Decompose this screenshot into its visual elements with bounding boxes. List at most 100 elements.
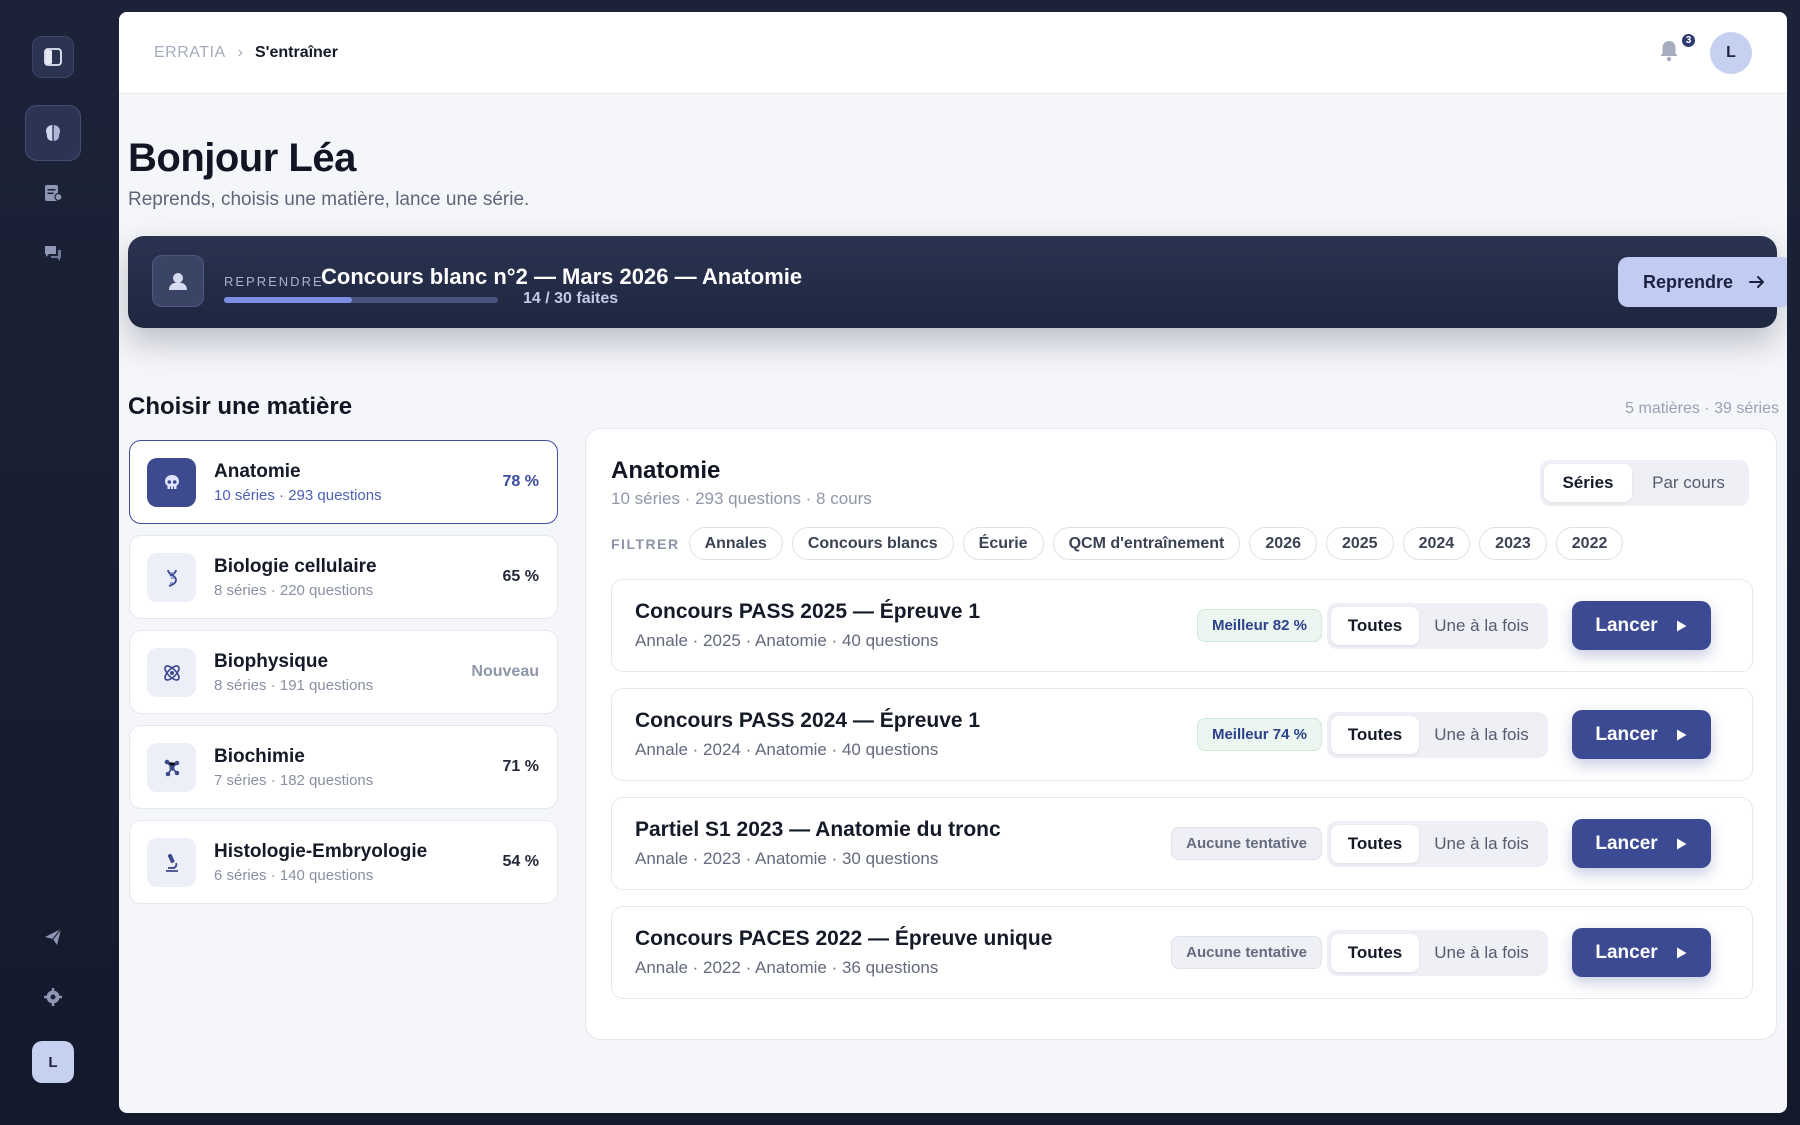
- play-icon: [1676, 620, 1687, 631]
- main-panel: ERRATIA › S'entraîner 3 L Bonjour Léa Re…: [119, 12, 1787, 1113]
- launch-button-label: Lancer: [1595, 614, 1658, 636]
- gear-icon[interactable]: [32, 976, 74, 1018]
- chevron-right-icon: ›: [237, 44, 243, 61]
- series-row: Concours PASS 2025 — Épreuve 1 Annale · …: [611, 579, 1753, 672]
- resume-kicker: REPRENDRE: [224, 274, 324, 289]
- subjects-counts: 5 matières · 39 séries: [1625, 400, 1779, 417]
- notification-badge: 3: [1680, 32, 1697, 49]
- series-title: Partiel S1 2023 — Anatomie du tronc: [635, 818, 1001, 841]
- no-attempt-badge: Aucune tentative: [1171, 936, 1322, 969]
- subject-meta: 7 séries · 182 questions: [214, 772, 374, 789]
- filter-chip[interactable]: QCM d'entraînement: [1052, 527, 1241, 560]
- nav-train-brain-icon[interactable]: [25, 105, 81, 161]
- subject-meta: 8 séries · 191 questions: [214, 677, 374, 694]
- chat-icon[interactable]: [32, 232, 74, 274]
- series-row: Concours PASS 2024 — Épreuve 1 Annale · …: [611, 688, 1753, 781]
- mode-option-toutes[interactable]: Toutes: [1331, 607, 1419, 645]
- subject-name: Biophysique: [214, 651, 329, 672]
- atom-icon: [147, 648, 196, 697]
- mode-option-toutes[interactable]: Toutes: [1331, 825, 1419, 863]
- series-row: Partiel S1 2023 — Anatomie du tronc Anna…: [611, 797, 1753, 890]
- launch-button[interactable]: Lancer: [1572, 928, 1711, 977]
- view-option-series[interactable]: Séries: [1544, 464, 1632, 502]
- launch-button[interactable]: Lancer: [1572, 710, 1711, 759]
- mode-option-une-a-la-fois[interactable]: Une à la fois: [1419, 934, 1544, 972]
- resume-progress-bar: [224, 297, 498, 303]
- sidebar-avatar[interactable]: L: [32, 1041, 74, 1083]
- filter-chip[interactable]: 2023: [1479, 527, 1547, 560]
- filter-chip[interactable]: Concours blancs: [791, 527, 954, 560]
- microscope-icon: [147, 838, 196, 887]
- arrow-right-icon: [1749, 276, 1765, 288]
- resume-progress-fill: [224, 297, 352, 303]
- series-list: Concours PASS 2025 — Épreuve 1 Annale · …: [611, 579, 1753, 1015]
- launch-button[interactable]: Lancer: [1572, 601, 1711, 650]
- best-score-badge: Meilleur 82 %: [1196, 609, 1322, 642]
- subject-name: Histologie-Embryologie: [214, 841, 428, 862]
- send-icon[interactable]: [32, 916, 74, 958]
- filter-chip[interactable]: 2024: [1402, 527, 1471, 560]
- subject-score: 71 %: [502, 758, 539, 775]
- series-meta: Annale · 2025 · Anatomie · 40 questions: [635, 631, 939, 650]
- molecule-icon: [147, 743, 196, 792]
- breadcrumb-current: S'entraîner: [254, 44, 338, 61]
- detail-title: Anatomie: [611, 457, 721, 484]
- answer-mode-toggle: Toutes Une à la fois: [1327, 930, 1548, 976]
- subject-card-biologie-cellulaire[interactable]: Biologie cellulaire 8 séries · 220 quest…: [129, 535, 558, 619]
- skull-icon: [147, 458, 196, 507]
- top-bar: ERRATIA › S'entraîner 3 L: [119, 12, 1787, 94]
- answer-mode-toggle: Toutes Une à la fois: [1327, 603, 1548, 649]
- resume-title: Concours blanc n°2 — Mars 2026 — Anatomi…: [321, 264, 803, 289]
- detail-subtitle: 10 séries · 293 questions · 8 cours: [611, 489, 872, 508]
- resume-button[interactable]: Reprendre: [1618, 257, 1787, 307]
- filter-chip[interactable]: Écurie: [962, 527, 1044, 560]
- breadcrumb-root[interactable]: ERRATIA: [154, 44, 226, 62]
- mode-option-une-a-la-fois[interactable]: Une à la fois: [1419, 825, 1544, 863]
- play-icon: [1676, 838, 1687, 849]
- mode-option-toutes[interactable]: Toutes: [1331, 934, 1419, 972]
- filter-bar: FILTRER Annales Concours blancs Écurie Q…: [611, 527, 1624, 560]
- play-icon: [1676, 947, 1687, 958]
- subject-card-biochimie[interactable]: Biochimie 7 séries · 182 questions 71 %: [129, 725, 558, 809]
- sidebar-toggle-icon[interactable]: [32, 36, 74, 78]
- play-icon: [1676, 729, 1687, 740]
- view-option-par-cours[interactable]: Par cours: [1632, 464, 1745, 502]
- user-avatar[interactable]: L: [1710, 32, 1752, 74]
- subject-name: Biologie cellulaire: [214, 556, 377, 577]
- exam-list-icon[interactable]: [32, 172, 74, 214]
- series-row: Concours PACES 2022 — Épreuve unique Ann…: [611, 906, 1753, 999]
- app-sidebar: L: [0, 0, 119, 1125]
- resume-button-label: Reprendre: [1642, 271, 1734, 292]
- subject-meta: 10 séries · 293 questions: [214, 487, 382, 504]
- student-icon: [152, 255, 204, 307]
- subject-name: Biochimie: [214, 746, 305, 767]
- launch-button-label: Lancer: [1595, 832, 1658, 854]
- no-attempt-badge: Aucune tentative: [1171, 827, 1322, 860]
- series-meta: Annale · 2024 · Anatomie · 40 questions: [635, 740, 939, 759]
- filter-chip[interactable]: 2026: [1249, 527, 1317, 560]
- subject-card-histologie-embryologie[interactable]: Histologie-Embryologie 6 séries · 140 qu…: [129, 820, 558, 904]
- filter-chip[interactable]: Annales: [688, 527, 783, 560]
- filter-chip[interactable]: 2025: [1325, 527, 1394, 560]
- series-title: Concours PASS 2025 — Épreuve 1: [635, 600, 981, 623]
- filter-chip[interactable]: 2022: [1555, 527, 1624, 560]
- mode-option-une-a-la-fois[interactable]: Une à la fois: [1419, 607, 1544, 645]
- dna-icon: [147, 553, 196, 602]
- subjects-heading: Choisir une matière: [128, 393, 353, 420]
- series-meta: Annale · 2022 · Anatomie · 36 questions: [635, 958, 939, 977]
- series-title: Concours PASS 2024 — Épreuve 1: [635, 709, 981, 732]
- page-title: Bonjour Léa: [128, 136, 356, 180]
- subject-list: Anatomie 10 séries · 293 questions 78 % …: [129, 440, 558, 915]
- subject-card-biophysique[interactable]: Biophysique 8 séries · 191 questions Nou…: [129, 630, 558, 714]
- answer-mode-toggle: Toutes Une à la fois: [1327, 712, 1548, 758]
- launch-button-label: Lancer: [1595, 941, 1658, 963]
- filter-label: FILTRER: [611, 535, 680, 552]
- subject-card-anatomie[interactable]: Anatomie 10 séries · 293 questions 78 %: [129, 440, 558, 524]
- subject-score: 54 %: [502, 853, 539, 870]
- breadcrumb: ERRATIA › S'entraîner: [154, 44, 338, 62]
- launch-button[interactable]: Lancer: [1572, 819, 1711, 868]
- series-meta: Annale · 2023 · Anatomie · 30 questions: [635, 849, 939, 868]
- mode-option-une-a-la-fois[interactable]: Une à la fois: [1419, 716, 1544, 754]
- answer-mode-toggle: Toutes Une à la fois: [1327, 821, 1548, 867]
- mode-option-toutes[interactable]: Toutes: [1331, 716, 1419, 754]
